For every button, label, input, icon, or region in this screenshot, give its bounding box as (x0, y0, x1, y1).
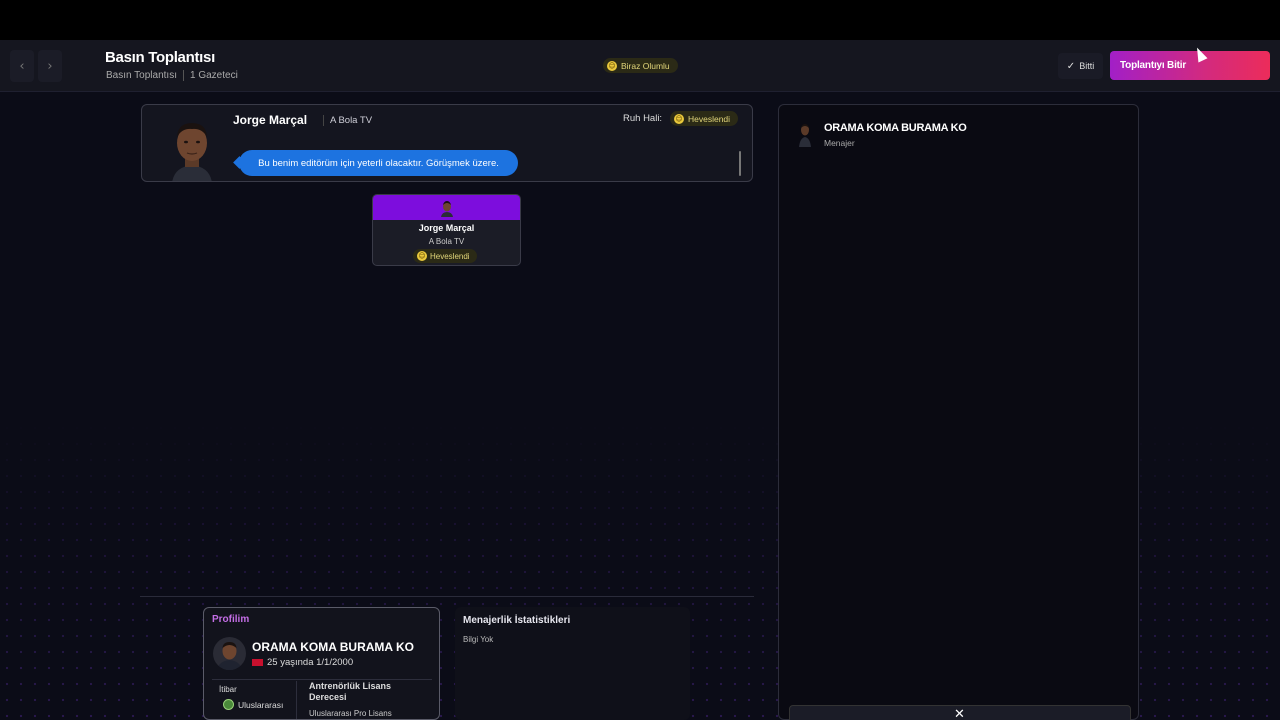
section-divider (140, 596, 754, 597)
journalist-node-card[interactable]: Jorge Marçal A Bola TV ☺ Heveslendi (372, 194, 521, 266)
page-title: Basın Toplantısı (105, 49, 215, 66)
check-icon: ✓ (1066, 60, 1076, 72)
stats-title: Menajerlik İstatistikleri (463, 615, 571, 626)
smile-icon: ☺ (674, 113, 684, 124)
profile-column-divider (296, 681, 297, 719)
chevron-right-icon: › (47, 58, 53, 74)
manager-panel: ORAMA KOMA BURAMA KO Menajer ✕ (778, 104, 1139, 720)
overall-mood-badge: ☺ Biraz Olumlu (603, 58, 678, 73)
journalist-count: 1 Gazeteci (189, 70, 238, 81)
license-value: Uluslararası Pro Lisans (309, 709, 392, 718)
reputation-value: Uluslararası (238, 700, 284, 710)
profile-divider (212, 679, 432, 680)
breadcrumb-separator (182, 70, 184, 81)
reputation-label: İtibar (219, 685, 237, 694)
node-outlet: A Bola TV (428, 237, 465, 246)
license-label: Antrenörlük Lisans Derecesi (309, 681, 392, 702)
journalist-avatar-small (441, 201, 453, 217)
breadcrumb-item: Basın Toplantısı (106, 70, 177, 81)
done-label: Bitti (1079, 61, 1095, 71)
node-mood-value: Heveslendi (430, 251, 470, 261)
country-flag-icon (252, 659, 263, 666)
smile-icon: ☺ (417, 251, 427, 261)
manager-role: Menajer (824, 138, 855, 148)
speaker-mood-value: Heveslendi (688, 113, 731, 124)
window-top-bar (0, 0, 1280, 40)
forward-button[interactable]: › (38, 50, 62, 82)
manager-stats-card: Menajerlik İstatistikleri Bilgi Yok (455, 607, 690, 720)
chevron-left-icon: ‹ (19, 58, 25, 74)
profile-label: Profilim (212, 614, 250, 625)
speaker-card: Jorge Marçal A Bola TV Ruh Hali: ☺ Heves… (141, 104, 753, 182)
node-mood-badge: ☺ Heveslendi (413, 249, 477, 263)
breadcrumb: Basın Toplantısı 1 Gazeteci (106, 70, 238, 81)
profile-card: Profilim ORAMA KOMA BURAMA KO 25 yaşında… (203, 607, 440, 720)
smile-icon: ☺ (607, 60, 617, 71)
node-name: Jorge Marçal (418, 223, 475, 233)
speech-bubble: Bu benim editörüm için yeterli olacaktır… (239, 150, 518, 176)
back-button[interactable]: ‹ (10, 50, 34, 82)
node-header (373, 195, 520, 220)
profile-name: ORAMA KOMA BURAMA KO (252, 640, 414, 654)
stats-empty-text: Bilgi Yok (463, 635, 494, 644)
speaker-mood-badge: ☺ Heveslendi (670, 111, 739, 126)
manager-avatar (799, 124, 811, 147)
close-icon[interactable]: ✕ (954, 707, 965, 720)
manager-name: ORAMA KOMA BURAMA KO (824, 122, 967, 134)
profile-age-dob: 25 yaşında 1/1/2000 (267, 657, 354, 668)
speaker-outlet: A Bola TV (323, 115, 372, 126)
scrollbar-thumb[interactable] (739, 151, 741, 176)
speaker-name: Jorge Marçal (233, 113, 308, 127)
done-button[interactable]: ✓ Bitti (1058, 53, 1103, 79)
panel-footer-bar: ✕ (789, 705, 1131, 720)
avatar (213, 637, 246, 670)
journalist-portrait (172, 123, 212, 181)
overall-mood-label: Biraz Olumlu (621, 60, 670, 71)
end-conference-button[interactable]: Toplantıyı Bitir (1110, 51, 1270, 80)
globe-icon (223, 699, 234, 710)
mood-label: Ruh Hali: (623, 113, 663, 124)
